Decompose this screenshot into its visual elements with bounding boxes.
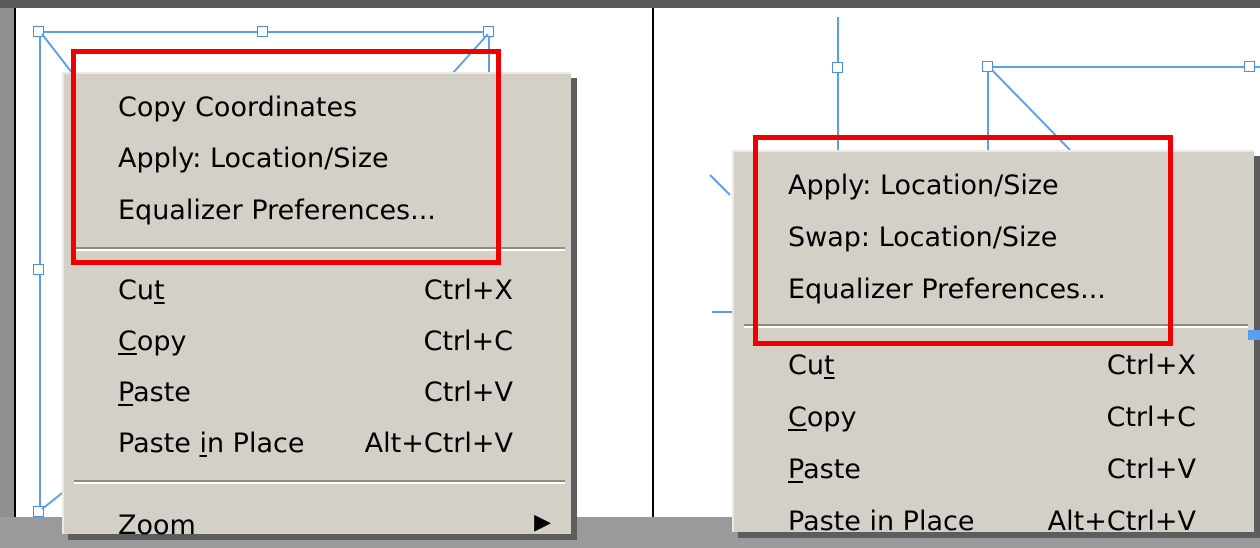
title-strip — [0, 0, 1260, 8]
selection-handle-r3[interactable] — [1244, 61, 1255, 72]
right-highlight-box — [753, 135, 1173, 346]
menu-item-paste-in-place[interactable]: Paste in Place Alt+Ctrl+V — [64, 416, 571, 466]
menu-item-copy[interactable]: Copy Ctrl+C — [64, 314, 571, 364]
menu-item-cut[interactable]: Cut Ctrl+X — [64, 263, 571, 313]
selection-handle-edge — [1248, 330, 1260, 340]
left-highlight-box — [71, 49, 501, 265]
menu-item-paste[interactable]: Paste Ctrl+V — [64, 365, 571, 415]
menu-separator — [74, 480, 565, 484]
menu-item-paste-in-place[interactable]: Paste in Place Alt+Ctrl+V — [734, 494, 1254, 544]
menu-item-zoom[interactable]: Zoom ▶ — [64, 498, 571, 548]
menu-item-copy[interactable]: Copy Ctrl+C — [734, 390, 1254, 440]
menu-item-paste[interactable]: Paste Ctrl+V — [734, 442, 1254, 492]
submenu-arrow-icon: ▶ — [534, 510, 551, 535]
